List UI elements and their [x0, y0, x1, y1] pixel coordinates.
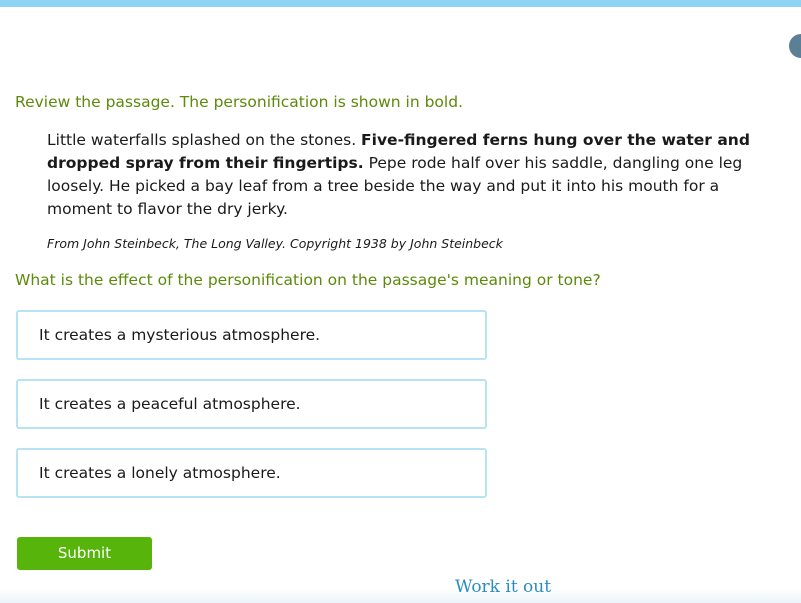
submit-button[interactable]: Submit [17, 537, 152, 570]
answer-choice-lonely[interactable]: It creates a lonely atmosphere. [16, 448, 487, 498]
citation: From John Steinbeck, The Long Valley. Co… [47, 236, 503, 251]
answer-choice-mysterious[interactable]: It creates a mysterious atmosphere. [16, 310, 487, 360]
passage-text-before: Little waterfalls splashed on the stones… [47, 131, 362, 149]
side-tab-icon[interactable] [789, 34, 801, 58]
instruction-text: Review the passage. The personification … [15, 93, 463, 111]
answer-choice-peaceful[interactable]: It creates a peaceful atmosphere. [16, 379, 487, 429]
work-it-out-link[interactable]: Work it out [455, 577, 551, 597]
bottom-fade [0, 588, 801, 603]
question-text: What is the effect of the personificatio… [15, 271, 601, 289]
top-bar [0, 0, 801, 7]
answer-choice-label: It creates a peaceful atmosphere. [39, 395, 301, 413]
answer-choice-label: It creates a lonely atmosphere. [39, 464, 281, 482]
answer-choice-label: It creates a mysterious atmosphere. [39, 326, 321, 344]
passage: Little waterfalls splashed on the stones… [47, 129, 782, 221]
